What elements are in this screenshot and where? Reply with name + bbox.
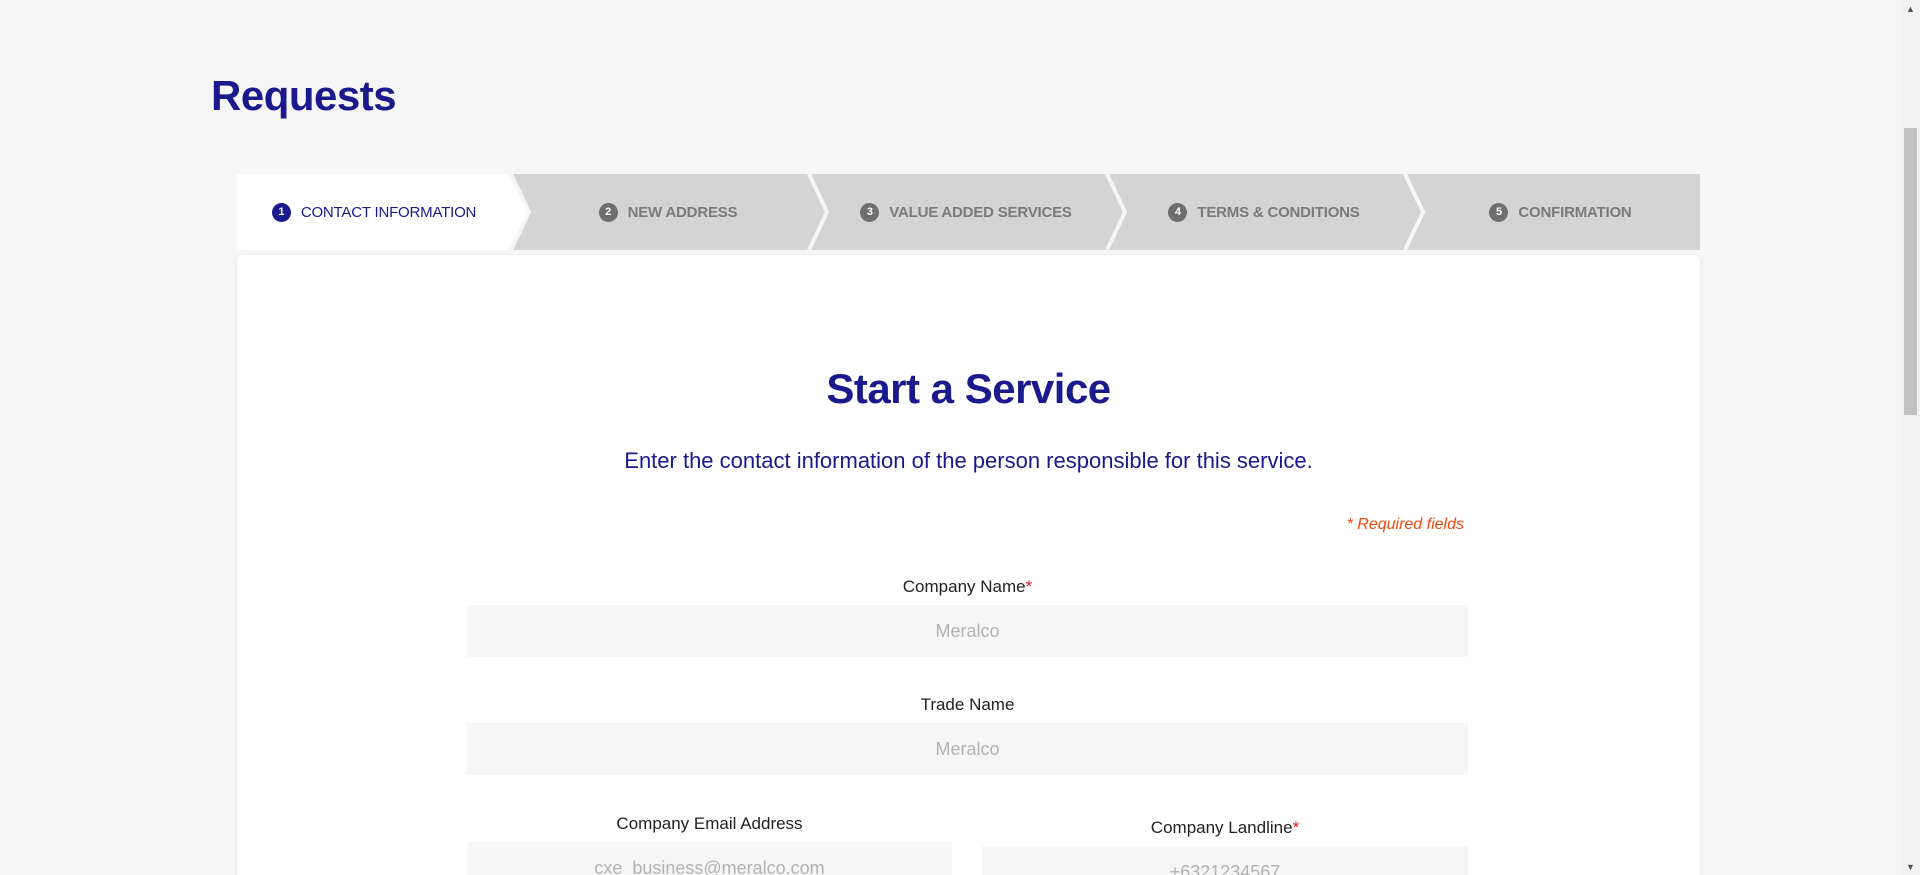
scroll-up-arrow-icon[interactable]: ▲ <box>1901 0 1920 17</box>
step-contact-information[interactable]: 1 CONTACT INFORMATION <box>237 174 511 250</box>
required-star: * <box>1292 818 1300 837</box>
trade-name-label: Trade Name <box>467 695 1468 715</box>
page-title: Requests <box>211 72 397 119</box>
company-name-input[interactable] <box>467 605 1468 657</box>
step-label: TERMS & CONDITIONS <box>1197 203 1360 221</box>
step-value-added-services[interactable]: 3 VALUE ADDED SERVICES <box>825 174 1107 250</box>
step-confirmation[interactable]: 5 CONFIRMATION <box>1421 174 1700 250</box>
company-landline-input[interactable] <box>982 846 1468 875</box>
step-label: VALUE ADDED SERVICES <box>889 203 1072 221</box>
company-name-label: Company Name* <box>467 577 1468 597</box>
trade-name-input[interactable] <box>467 723 1468 775</box>
form-heading: Start a Service <box>826 365 1111 412</box>
step-number: 1 <box>271 202 291 222</box>
required-fields-note: * Required fields <box>1346 516 1464 533</box>
company-landline-label: Company Landline* <box>982 818 1468 838</box>
form-card: Start a Service Enter the contact inform… <box>237 255 1700 875</box>
company-email-input[interactable] <box>467 842 952 875</box>
step-label: NEW ADDRESS <box>627 203 738 221</box>
step-new-address[interactable]: 2 NEW ADDRESS <box>527 174 809 250</box>
company-email-label: Company Email Address <box>467 814 952 834</box>
page: Requests 1 CONTACT INFORMATION 2 NEW ADD… <box>0 0 1920 875</box>
company-landline-label-text: Company Landline <box>1150 818 1293 837</box>
step-number: 3 <box>860 202 880 222</box>
stepper: 1 CONTACT INFORMATION 2 NEW ADDRESS 3 VA… <box>237 174 1700 250</box>
step-number: 2 <box>598 202 618 222</box>
step-label: CONFIRMATION <box>1518 203 1632 221</box>
trade-name-label-text: Trade Name <box>920 695 1015 714</box>
step-terms-conditions[interactable]: 4 TERMS & CONDITIONS <box>1123 174 1405 250</box>
form-subheading: Enter the contact information of the per… <box>624 448 1313 473</box>
vertical-scrollbar[interactable]: ▲ ▼ <box>1901 0 1920 875</box>
scroll-down-arrow-icon[interactable]: ▼ <box>1901 858 1920 875</box>
company-name-label-text: Company Name <box>902 577 1026 596</box>
step-number: 5 <box>1489 202 1509 222</box>
step-number: 4 <box>1168 202 1188 222</box>
step-label: CONTACT INFORMATION <box>300 203 477 221</box>
required-star: * <box>1025 577 1033 596</box>
company-email-label-text: Company Email Address <box>616 814 803 833</box>
scrollbar-thumb[interactable] <box>1904 128 1917 415</box>
